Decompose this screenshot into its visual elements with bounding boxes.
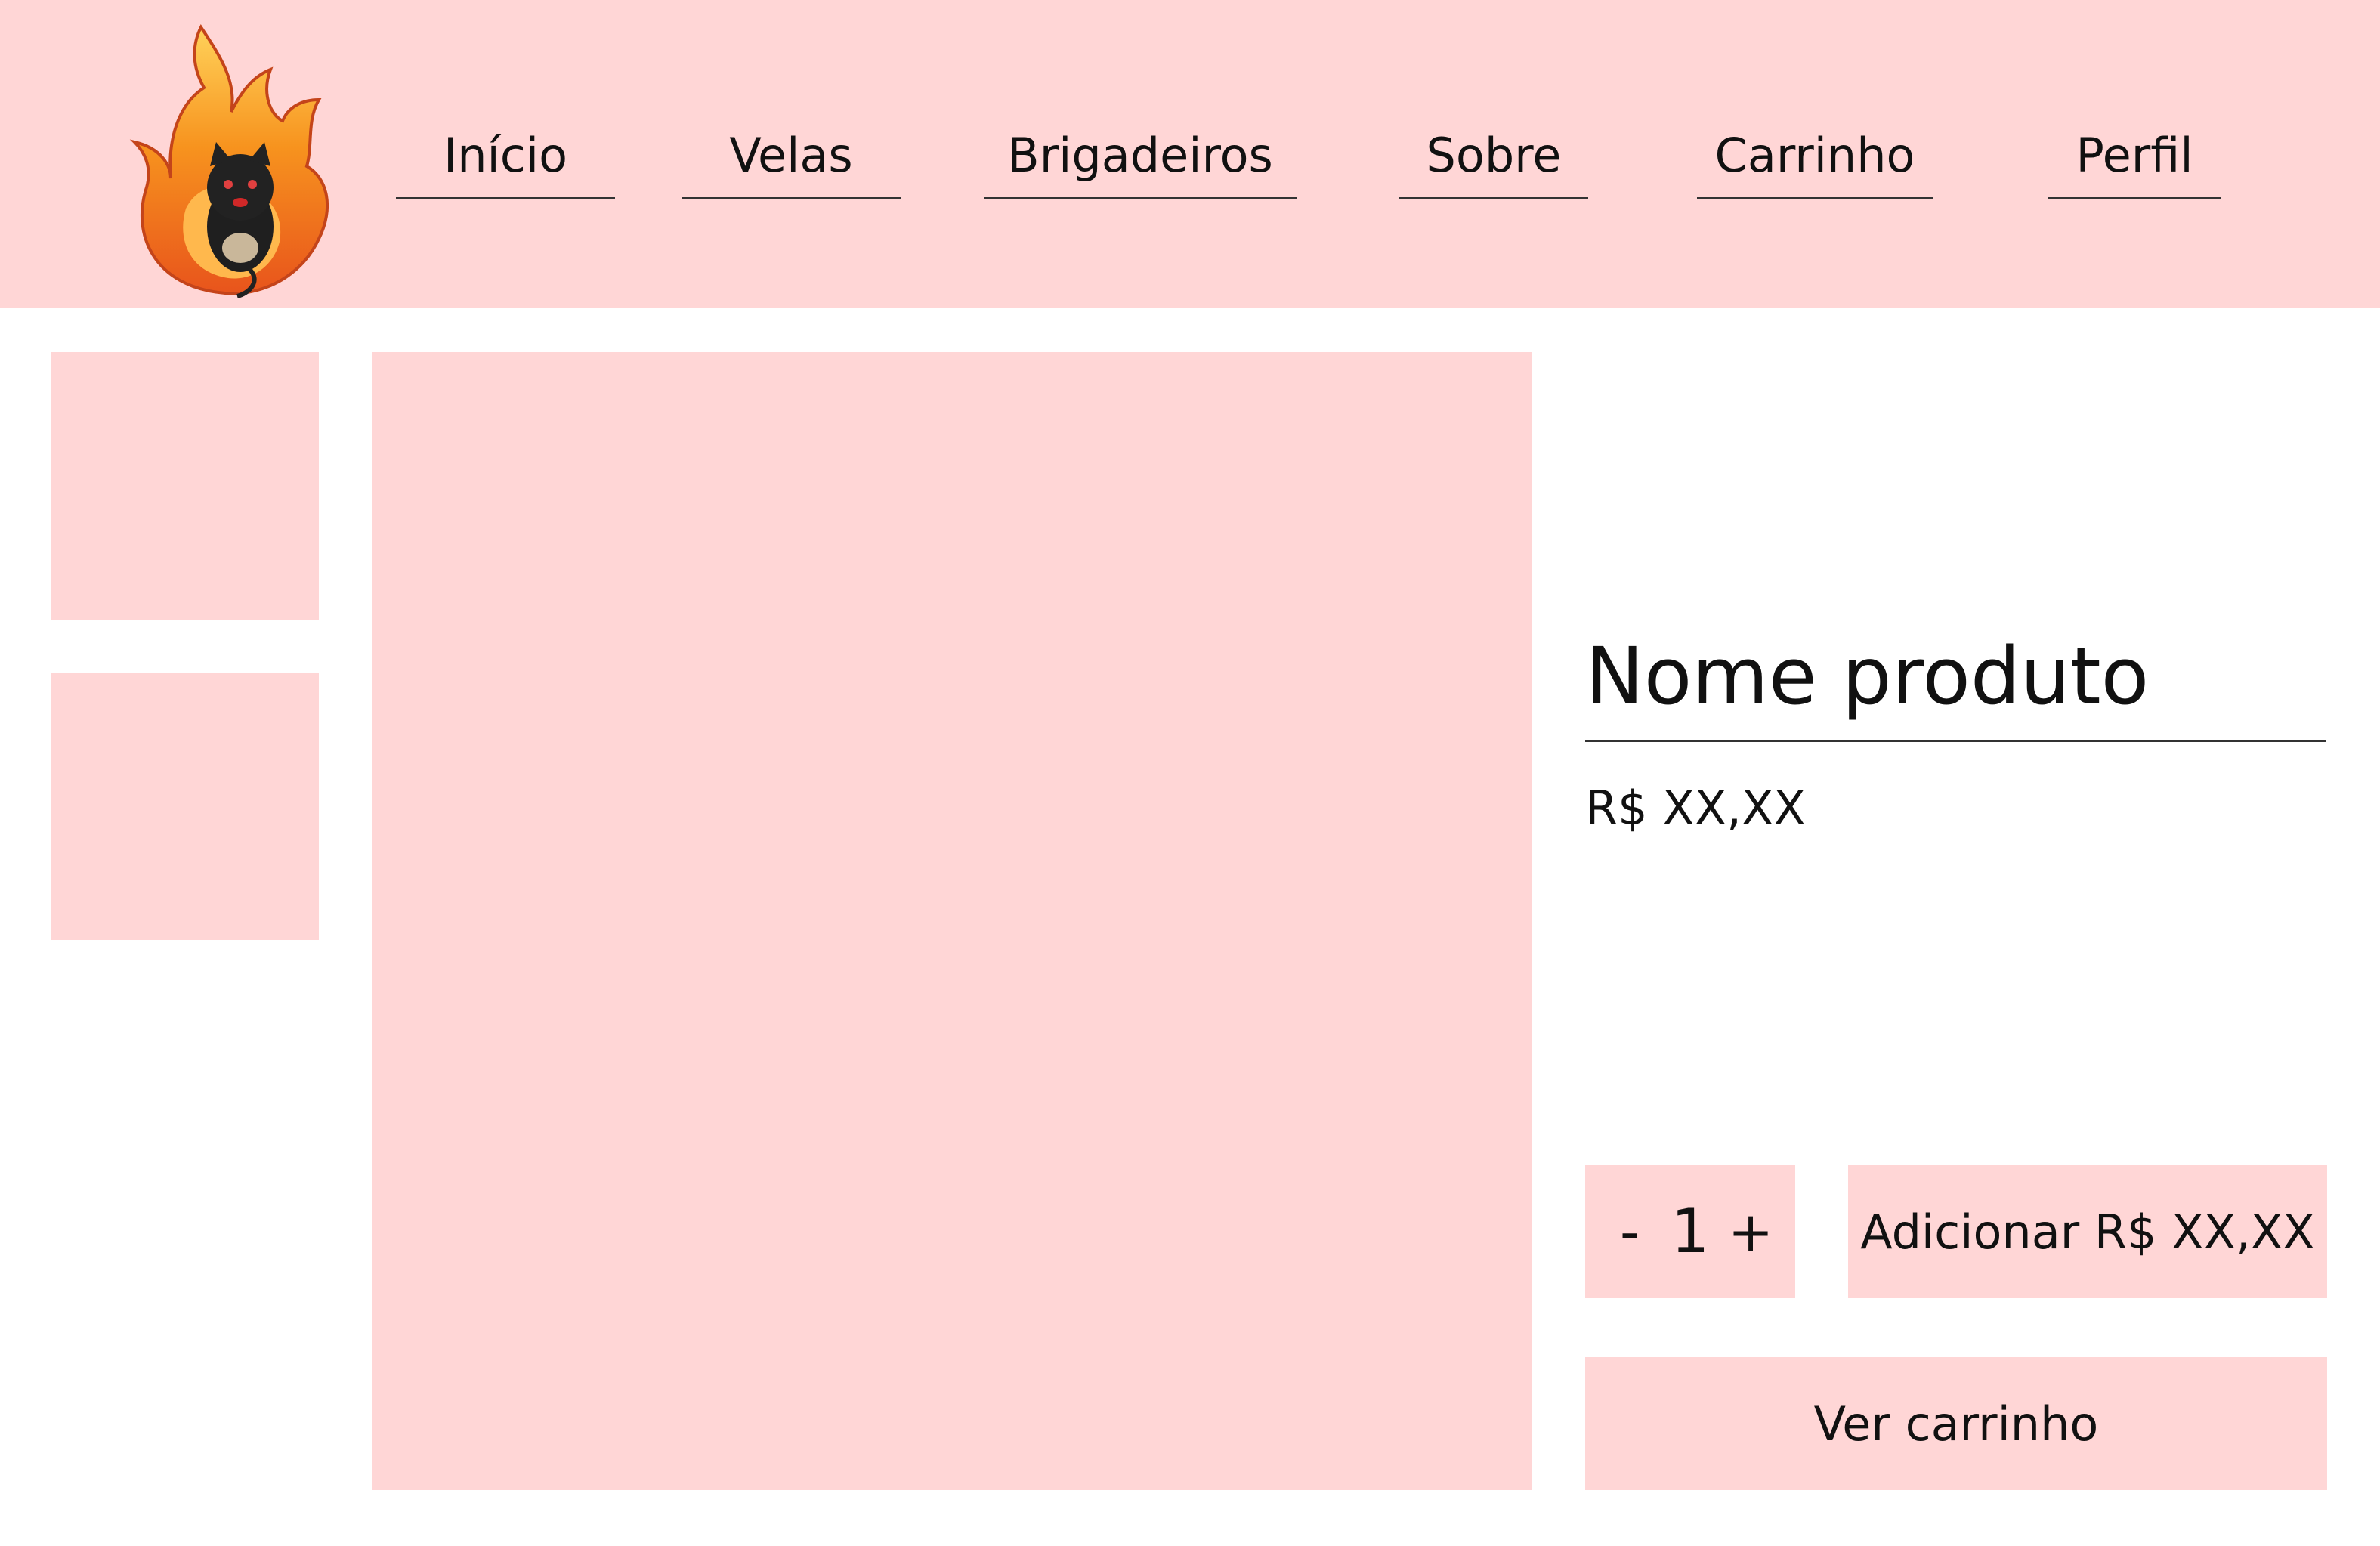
logo-flaming-cat-icon[interactable]: [92, 21, 364, 302]
site-header: Início Velas Brigadeiros Sobre Carrinho …: [0, 0, 2380, 308]
increment-button[interactable]: +: [1724, 1204, 1777, 1259]
product-title: Nome produto: [1585, 620, 2326, 742]
product-thumbnail[interactable]: [51, 352, 319, 620]
nav-brigadeiros[interactable]: Brigadeiros: [984, 122, 1297, 199]
product-thumbnail[interactable]: [51, 673, 319, 940]
nav-perfil[interactable]: Perfil: [2048, 122, 2221, 199]
nav-inicio[interactable]: Início: [396, 122, 615, 199]
view-cart-button[interactable]: Ver carrinho: [1585, 1357, 2327, 1490]
product-price: R$ XX,XX: [1585, 781, 1806, 836]
quantity-value: 1: [1671, 1196, 1710, 1266]
add-to-cart-button[interactable]: Adicionar R$ XX,XX: [1848, 1165, 2327, 1298]
nav-sobre[interactable]: Sobre: [1399, 122, 1588, 199]
decrement-button[interactable]: -: [1603, 1204, 1656, 1259]
nav-carrinho[interactable]: Carrinho: [1697, 122, 1933, 199]
product-main-image: [372, 352, 1532, 1490]
nav-velas[interactable]: Velas: [682, 122, 901, 199]
quantity-stepper: - 1 +: [1585, 1165, 1795, 1298]
